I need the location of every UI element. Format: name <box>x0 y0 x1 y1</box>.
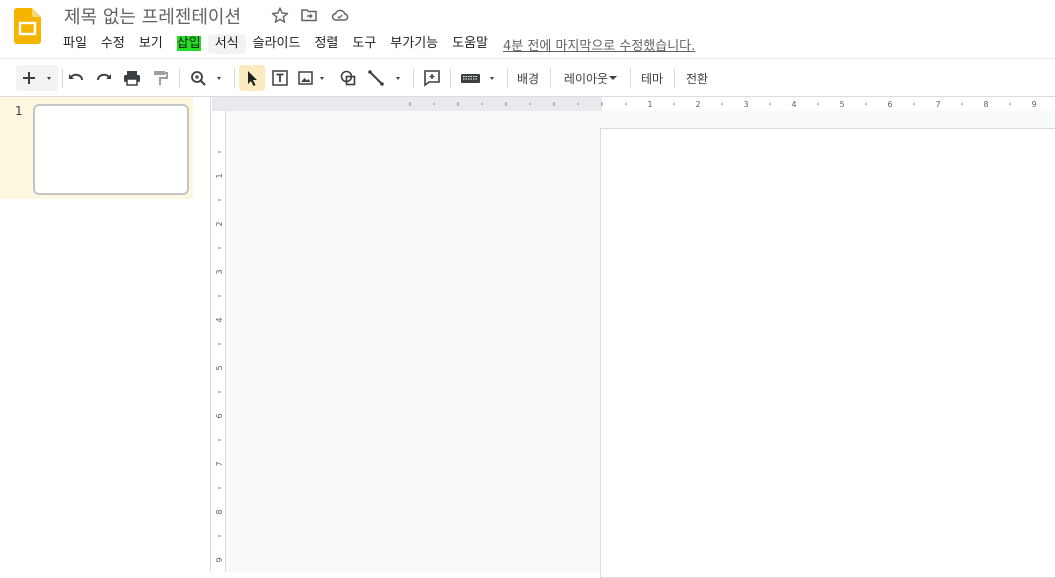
ruler-label: 3 <box>743 100 748 109</box>
select-tool-button[interactable] <box>239 65 265 91</box>
ruler-label: 8 <box>983 100 988 109</box>
toolbar: 배경 레이아웃 테마 전환 <box>0 58 1055 97</box>
menu-tools[interactable]: 도구 <box>345 34 383 54</box>
ruler-label: 3 <box>215 269 224 274</box>
text-box-icon <box>272 70 288 86</box>
ruler-label: 7 <box>215 461 224 466</box>
menu-help[interactable]: 도움말 <box>445 34 495 54</box>
transition-button[interactable]: 전환 <box>681 65 713 91</box>
image-icon <box>298 71 324 85</box>
menu-edit[interactable]: 수정 <box>94 34 132 54</box>
toolbar-separator <box>62 68 63 88</box>
toolbar-separator <box>413 68 414 88</box>
shape-icon <box>340 70 356 86</box>
menu-insert-label: 삽입 <box>176 36 201 51</box>
top-ruler-ticks: 1 2 3 4 5 6 7 8 9 <box>409 100 1037 109</box>
chevron-down-icon <box>609 76 618 80</box>
shape-button[interactable] <box>336 65 360 91</box>
paint-format-button[interactable] <box>148 65 172 91</box>
print-button[interactable] <box>120 65 144 91</box>
toolbar-separator <box>630 68 631 88</box>
ruler-label: 5 <box>215 365 224 370</box>
toolbar-separator <box>674 68 675 88</box>
ruler-label: 4 <box>215 317 224 322</box>
slide-editor-workspace[interactable] <box>226 111 1055 578</box>
zoom-button[interactable] <box>186 65 228 91</box>
ruler-corner <box>212 97 226 111</box>
slide-thumbnail[interactable] <box>33 104 189 195</box>
transition-label: 전환 <box>685 71 709 86</box>
print-icon <box>124 71 140 86</box>
top-ruler[interactable]: 1 2 3 4 5 6 7 8 9 <box>226 97 1055 111</box>
paint-format-icon <box>154 71 168 85</box>
menu-format[interactable]: 서식 <box>207 34 246 54</box>
undo-icon <box>69 73 83 81</box>
new-slide-button[interactable] <box>16 65 58 91</box>
layout-button[interactable]: 레이아웃 <box>558 65 624 91</box>
redo-button[interactable] <box>92 65 116 91</box>
slide-canvas[interactable] <box>600 128 1055 578</box>
keyboard-icon <box>461 74 494 83</box>
plus-icon <box>23 72 51 84</box>
ruler-label: 7 <box>935 100 940 109</box>
layout-label: 레이아웃 <box>563 71 609 86</box>
star-icon[interactable] <box>271 6 289 24</box>
menu-arrange[interactable]: 정렬 <box>307 34 345 54</box>
ruler-label: 4 <box>791 100 796 109</box>
comment-icon <box>424 70 440 87</box>
ruler-label: 1 <box>215 173 224 178</box>
toolbar-separator <box>234 68 235 88</box>
menu-bar: 파일 수정 보기 삽입 서식 슬라이드 정렬 도구 부가기능 도움말 4분 전에… <box>56 33 695 55</box>
toolbar-separator <box>450 68 451 88</box>
ruler-label: 9 <box>215 557 224 562</box>
line-icon <box>368 70 400 86</box>
app-header: 제목 없는 프레젠테이션 파일 수정 보기 삽입 서식 슬라이드 정렬 도구 부… <box>0 0 1055 58</box>
zoom-icon <box>191 71 221 86</box>
move-folder-icon[interactable] <box>300 6 318 24</box>
ruler-label: 6 <box>887 100 892 109</box>
ruler-label: 2 <box>215 221 224 226</box>
ruler-label: 8 <box>215 509 224 514</box>
undo-button[interactable] <box>64 65 88 91</box>
menu-insert[interactable]: 삽입 <box>170 34 208 54</box>
menu-slide[interactable]: 슬라이드 <box>246 34 308 54</box>
toolbar-separator <box>550 68 551 88</box>
left-ruler-ticks: 1 2 3 4 5 6 7 8 9 <box>215 151 224 563</box>
document-title[interactable]: 제목 없는 프레젠테이션 <box>64 3 241 29</box>
text-box-button[interactable] <box>268 65 292 91</box>
ruler-label: 9 <box>1031 100 1036 109</box>
select-cursor-icon <box>248 71 257 86</box>
background-label: 배경 <box>516 71 540 86</box>
ruler-label: 6 <box>215 413 224 418</box>
slides-logo-icon[interactable] <box>14 8 41 44</box>
cloud-saved-icon[interactable] <box>331 6 349 24</box>
ruler-label: 1 <box>647 100 652 109</box>
theme-button[interactable]: 테마 <box>637 65 667 91</box>
left-ruler[interactable]: 1 2 3 4 5 6 7 8 9 <box>212 111 226 572</box>
ruler-label: 2 <box>695 100 700 109</box>
input-tools-button[interactable] <box>457 65 501 91</box>
slide-filmstrip: 1 <box>0 97 211 572</box>
menu-view[interactable]: 보기 <box>132 34 170 54</box>
slide-number: 1 <box>15 104 23 118</box>
ruler-label: 5 <box>839 100 844 109</box>
redo-icon <box>97 73 111 81</box>
last-edit-link[interactable]: 4분 전에 마지막으로 수정했습니다. <box>503 35 695 54</box>
background-button[interactable]: 배경 <box>513 65 543 91</box>
add-comment-button[interactable] <box>420 65 444 91</box>
theme-label: 테마 <box>640 71 664 86</box>
insert-image-button[interactable] <box>296 65 332 91</box>
menu-file[interactable]: 파일 <box>56 34 94 54</box>
toolbar-separator <box>507 68 508 88</box>
line-button[interactable] <box>364 65 408 91</box>
menu-addons[interactable]: 부가기능 <box>383 34 445 54</box>
toolbar-separator <box>179 68 180 88</box>
